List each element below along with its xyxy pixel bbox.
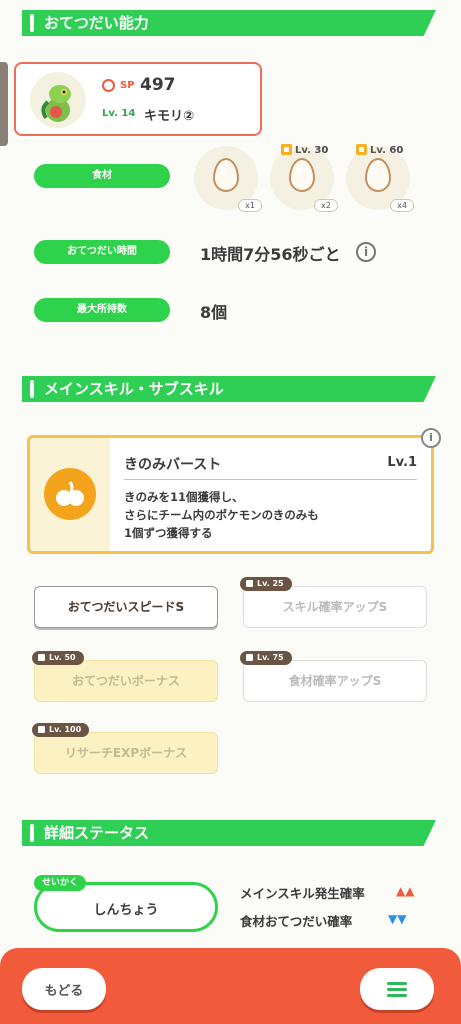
help-time-label: おてつだい時間 xyxy=(34,240,170,264)
lock-icon xyxy=(38,726,45,733)
back-button[interactable]: もどる xyxy=(22,968,106,1010)
section-title: おてつだい能力 xyxy=(44,14,149,32)
max-carry-value: 8個 xyxy=(200,303,228,322)
egg-icon xyxy=(365,158,391,192)
ingredient-unlock-3-top: Lv. 60 xyxy=(356,144,403,156)
info-icon[interactable]: i xyxy=(356,242,376,262)
lock-icon xyxy=(246,654,253,661)
sub-skill-5[interactable]: リサーチEXPボーナス xyxy=(34,732,218,774)
section-title: 詳細ステータス xyxy=(44,824,150,842)
skill-icon-panel xyxy=(30,438,110,551)
sub-skill-1[interactable]: おてつだいスピードS xyxy=(34,586,218,628)
ingredient-label: 食材 xyxy=(34,164,170,188)
max-carry-label: 最大所持数 xyxy=(34,298,170,322)
skill-divider xyxy=(124,479,417,480)
pokemon-avatar xyxy=(30,72,86,128)
menu-button[interactable] xyxy=(360,968,434,1010)
pokemon-card[interactable]: SP 497 Lv. 14 キモリ② xyxy=(14,62,262,136)
sub-skill-lock-4: Lv. 75 xyxy=(240,651,292,665)
nature-up-marks: ▲▲ xyxy=(396,884,415,898)
ingredient-qty: x2 xyxy=(314,199,338,212)
ingredient-qty: x1 xyxy=(238,199,262,212)
section-header-skills: メインスキル・サブスキル xyxy=(22,376,436,402)
lock-icon xyxy=(246,580,253,587)
skill-info-icon[interactable]: i xyxy=(421,428,441,448)
pokemon-name: キモリ② xyxy=(144,109,195,124)
main-skill-description: きのみを11個獲得し、 さらにチーム内のポケモンのきのみも 1個ずつ獲得する xyxy=(124,490,319,540)
section-header-help-ability: おてつだい能力 xyxy=(22,10,436,36)
sp-value: 497 xyxy=(140,75,176,95)
sub-skill-3[interactable]: おてつだいボーナス xyxy=(34,660,218,702)
nature-up-label: メインスキル発生確率 xyxy=(240,886,365,901)
egg-icon xyxy=(289,158,315,192)
lock-icon xyxy=(38,654,45,661)
main-skill-card[interactable]: きのみバースト Lv.1 きのみを11個獲得し、 さらにチーム内のポケモンのきの… xyxy=(27,435,434,554)
ingredient-slot-1[interactable]: x1 xyxy=(194,146,262,212)
sp-label: SP xyxy=(120,80,135,91)
nature-tag: せいかく xyxy=(34,875,87,891)
pokemon-level: Lv. 14 xyxy=(102,108,136,119)
menu-icon xyxy=(387,982,407,997)
back-label: もどる xyxy=(44,984,84,999)
lock-icon xyxy=(356,144,367,155)
egg-icon xyxy=(213,158,239,192)
sub-skill-lock-2: Lv. 25 xyxy=(240,577,292,591)
main-skill-name: きのみバースト xyxy=(124,457,222,473)
lock-icon xyxy=(281,144,292,155)
ingredient-qty: x4 xyxy=(390,199,414,212)
sub-skill-4[interactable]: 食材確率アップS xyxy=(243,660,427,702)
nature-value: しんちょう xyxy=(93,903,159,918)
help-time-value: 1時間7分56秒ごと xyxy=(200,245,341,264)
ingredient-unlock-2-top: Lv. 30 xyxy=(281,144,328,156)
section-header-status: 詳細ステータス xyxy=(22,820,436,846)
main-skill-level: Lv.1 xyxy=(387,455,417,470)
sp-icon xyxy=(102,79,115,92)
sub-skill-lock-5: Lv. 100 xyxy=(32,723,90,737)
sub-skill-lock-3: Lv. 50 xyxy=(32,651,84,665)
nature-down-marks: ▼▼ xyxy=(388,912,407,926)
section-title: メインスキル・サブスキル xyxy=(44,380,224,398)
nature-down-label: 食材おてつだい確率 xyxy=(240,914,353,929)
berry-burst-icon xyxy=(44,468,96,520)
sub-skill-2[interactable]: スキル確率アップS xyxy=(243,586,427,628)
side-tab[interactable] xyxy=(0,62,8,146)
